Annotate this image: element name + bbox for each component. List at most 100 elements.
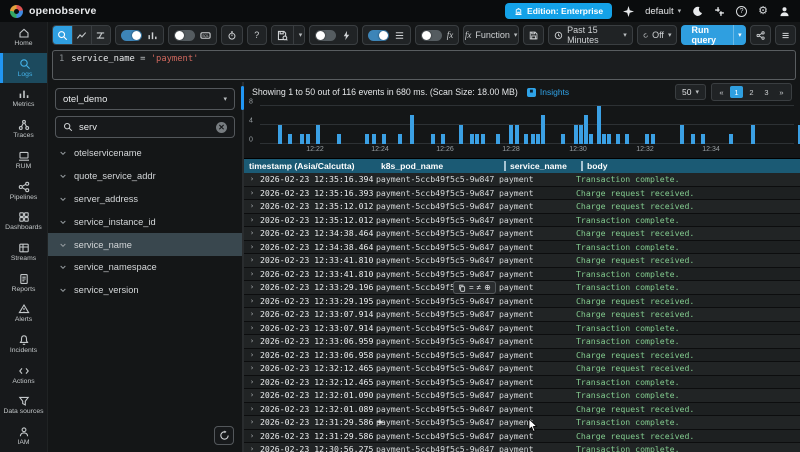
sidebar-item-logs[interactable]: Logs [0,52,47,84]
table-row[interactable]: › 2026-02-23 12:33:29.196 payment-5ccb49f5… [244,281,800,295]
stopwatch-button[interactable] [220,25,243,45]
settings-gear-icon[interactable]: ⚙ [758,5,768,17]
edition-badge[interactable]: Edition: Enterprise [505,3,613,19]
histogram-bar[interactable] [574,124,578,144]
sidebar-item-traces[interactable]: Traces [0,114,47,145]
table-row[interactable]: › 2026-02-23 12:34:38.464 payment-5ccb49f5… [244,240,800,254]
sidebar-item-iam[interactable]: IAM [0,421,47,452]
table-row[interactable]: › 2026-02-23 12:33:07.914 payment-5ccb49f5… [244,321,800,335]
histogram-plot[interactable]: 0 4 8 [249,98,800,144]
include-filter-icon[interactable]: = [469,283,474,292]
query-editor[interactable]: 1 service_name = 'payment' [52,50,796,80]
histogram-bar[interactable] [337,134,341,144]
expand-row-icon[interactable]: › [244,270,260,278]
histogram-bar[interactable] [701,134,705,144]
expand-row-icon[interactable]: › [244,445,260,452]
table-row[interactable]: › 2026-02-23 12:35:12.012 payment-5ccb49f5… [244,200,800,214]
histogram-bar[interactable] [616,134,620,144]
table-row[interactable]: › 2026-02-23 12:33:06.958 payment-5ccb49f5… [244,348,800,362]
sql-mode-toggle[interactable] [173,29,195,41]
expand-row-icon[interactable]: › [244,297,260,305]
field-item-service_instance_id[interactable]: service_instance_id [48,210,242,233]
field-item-quote_service_addr[interactable]: quote_service_addr [48,165,242,188]
sidebar-item-rum[interactable]: RUM [0,145,47,176]
histogram-bar[interactable] [524,134,528,144]
histogram-bar[interactable] [541,115,545,144]
expand-row-icon[interactable]: › [244,243,260,251]
pager-prev-button[interactable]: « [715,86,728,98]
expand-row-icon[interactable]: › [244,189,260,197]
table-row[interactable]: › 2026-02-23 12:33:06.959 payment-5ccb49f5… [244,335,800,349]
histogram-bar[interactable] [470,134,474,144]
expand-row-icon[interactable]: › [244,202,260,210]
sidebar-item-streams[interactable]: Streams [0,237,47,268]
sidebar-item-data-sources[interactable]: Data sources [0,390,47,421]
table-row[interactable]: › 2026-02-23 12:32:12.465 payment-5ccb49f5… [244,375,800,389]
histogram-toggle[interactable] [120,29,142,41]
exclude-filter-icon[interactable]: ≠ [477,283,481,292]
dark-mode-moon-icon[interactable] [692,6,703,17]
saved-search-button[interactable] [271,26,293,44]
table-row[interactable]: › 2026-02-23 12:31:29.586 payment-5ccb49f5… [244,416,800,430]
expand-row-icon[interactable]: › [244,364,260,372]
interval-mode-button[interactable] [90,26,110,44]
expand-row-icon[interactable]: › [244,256,260,264]
sidebar-item-alerts[interactable]: Alerts [0,298,47,329]
histogram-bar[interactable] [536,134,540,144]
histogram-bar[interactable] [515,124,519,144]
expand-row-icon[interactable]: › [244,175,260,183]
table-row[interactable]: › 2026-02-23 12:32:01.090 payment-5ccb49f5… [244,389,800,403]
function-toggle[interactable] [420,29,442,41]
table-row[interactable]: › 2026-02-23 12:35:12.012 payment-5ccb49f5… [244,213,800,227]
histogram-bar[interactable] [645,134,649,144]
pager-page-3[interactable]: 3 [760,86,773,98]
sidebar-item-incidents[interactable]: Incidents [0,329,47,360]
histogram-bar[interactable] [365,134,369,144]
run-query-button[interactable]: Run query [681,25,734,45]
pager-next-button[interactable]: » [775,86,788,98]
field-item-server_address[interactable]: server_address [48,188,242,211]
histogram-bar[interactable] [398,134,402,144]
field-item-otelservicename[interactable]: otelservicename [48,142,242,165]
search-mode-button[interactable] [53,26,72,44]
column-header-timestamp[interactable]: timestamp (Asia/Calcutta) [244,159,376,173]
refresh-fields-button[interactable] [214,426,234,445]
histogram-bar[interactable] [410,115,414,144]
histogram-bar[interactable] [579,124,583,144]
expand-row-icon[interactable]: › [244,418,260,426]
field-item-service_name[interactable]: service_name [48,233,242,256]
histogram-bar[interactable] [651,134,655,144]
histogram-bar[interactable] [316,124,320,144]
histogram-bar[interactable] [751,124,755,144]
column-header-pod[interactable]: k8s_pod_name [376,159,499,173]
saved-search-dropdown[interactable]: ▾ [292,26,304,44]
expand-row-icon[interactable]: › [244,432,260,440]
pager-page-2[interactable]: 2 [745,86,758,98]
add-field-icon[interactable]: ⊕ [484,283,491,292]
expand-row-icon[interactable]: › [244,324,260,332]
expand-row-icon[interactable]: › [244,283,260,291]
histogram-bar[interactable] [300,134,304,144]
table-row[interactable]: › 2026-02-23 12:35:16.393 payment-5ccb49f5… [244,186,800,200]
histogram-bar[interactable] [441,134,445,144]
field-item-service_version[interactable]: service_version [48,279,242,302]
histogram-bar[interactable] [382,134,386,144]
histogram-bar[interactable] [372,134,376,144]
run-query-dropdown[interactable]: ▾ [733,25,746,45]
time-range-select[interactable]: Past 15 Minutes ▾ [548,25,633,45]
column-resize-handle[interactable] [581,161,583,171]
histogram-bar[interactable] [602,134,606,144]
histogram-bar[interactable] [691,134,695,144]
table-row[interactable]: › 2026-02-23 12:32:01.089 payment-5ccb49f5… [244,402,800,416]
table-row[interactable]: › 2026-02-23 12:34:38.464 payment-5ccb49f5… [244,227,800,241]
table-row[interactable]: › 2026-02-23 12:33:29.195 payment-5ccb49f5… [244,294,800,308]
clear-search-icon[interactable]: ✕ [216,121,227,133]
pager-page-1[interactable]: 1 [730,86,743,98]
histogram-bar[interactable] [531,134,535,144]
copy-icon[interactable] [458,284,466,292]
more-menu-button[interactable] [774,25,797,45]
ai-sparkle-icon[interactable] [623,5,635,17]
community-slack-icon[interactable] [714,6,725,17]
save-function-button[interactable] [523,25,545,45]
sidebar-item-home[interactable]: Home [0,22,47,53]
